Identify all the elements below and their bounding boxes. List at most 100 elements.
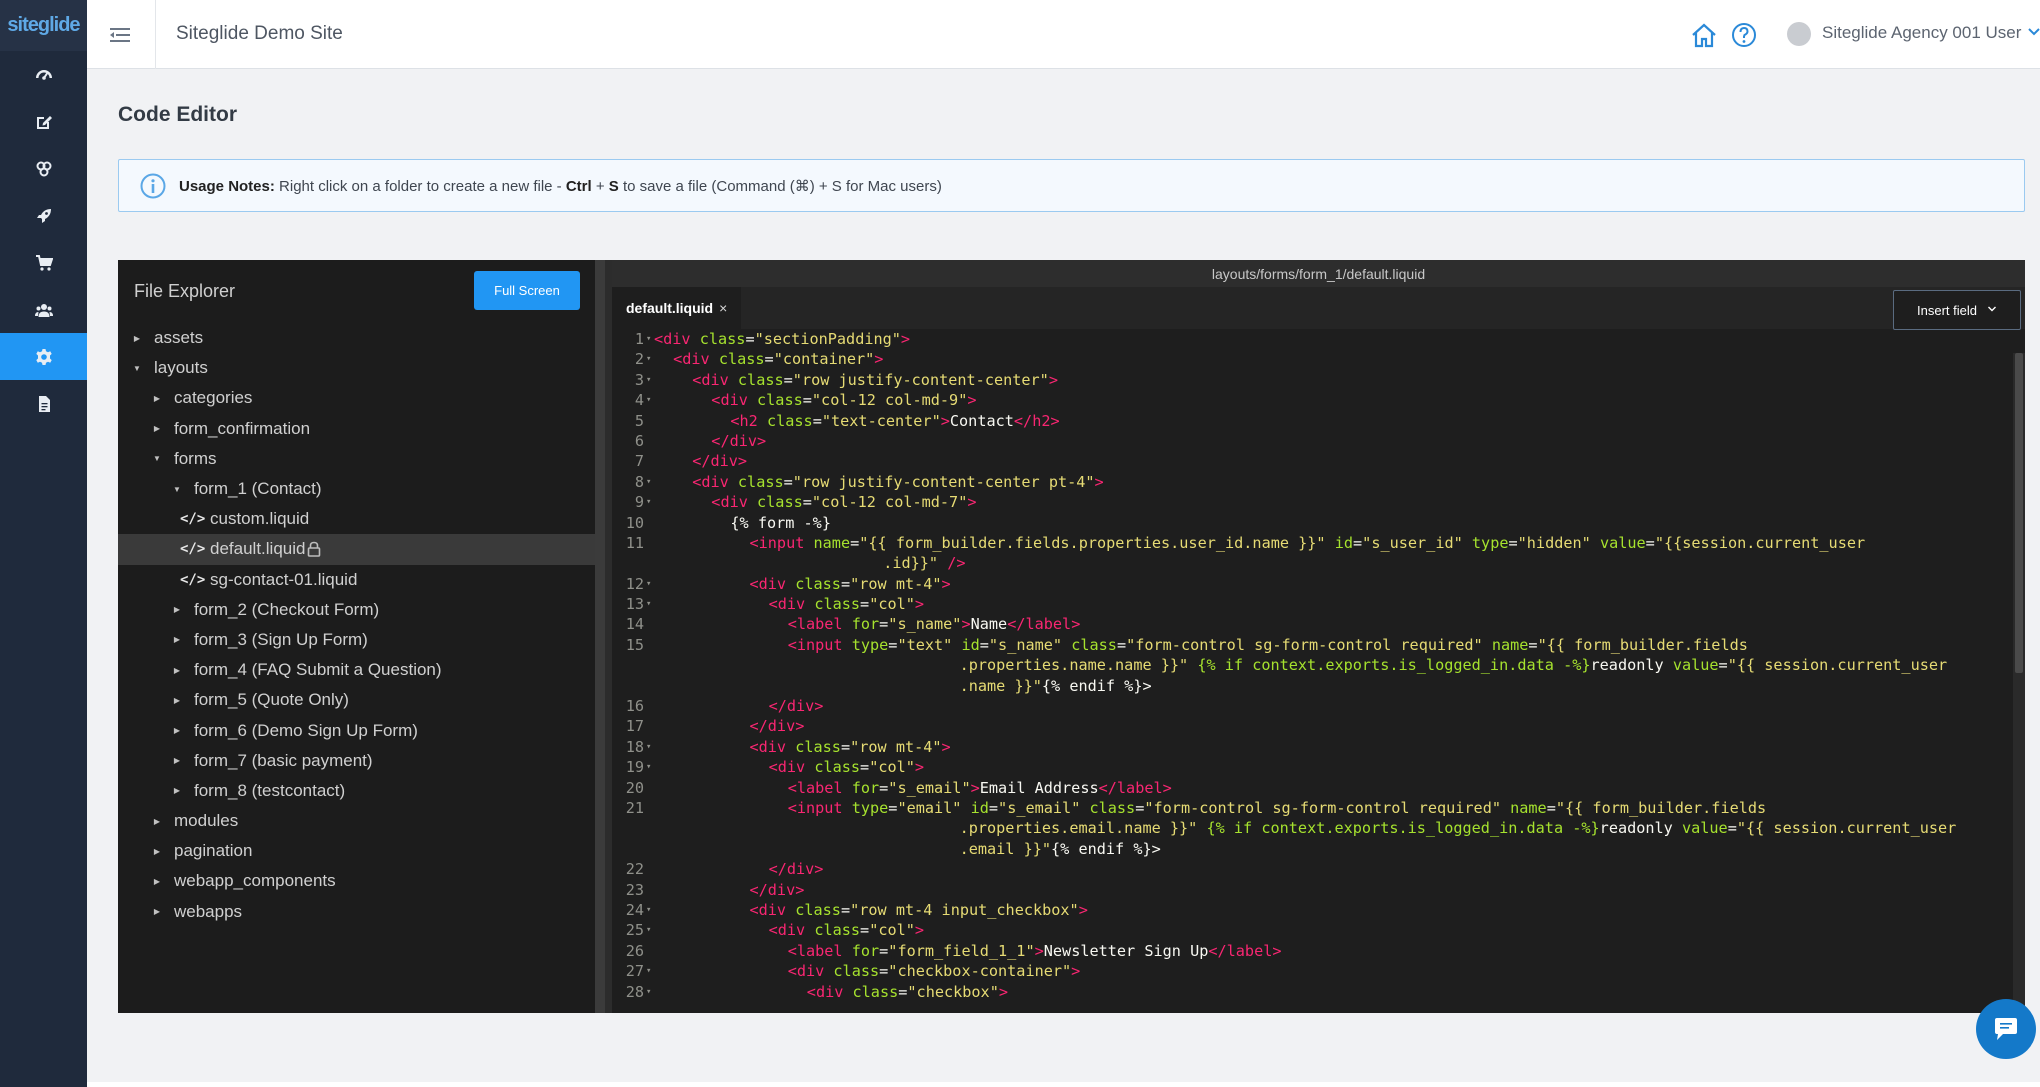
caret-right-icon[interactable]: ▶ — [152, 424, 162, 433]
code-line[interactable]: 27 ▾ <div class="checkbox-container"> — [612, 961, 2025, 981]
fold-toggle-icon[interactable]: ▾ — [646, 349, 654, 369]
tree-folder[interactable]: ▶ webapp_components — [118, 866, 595, 896]
code-line[interactable]: 15 <input type="text" id="s_name" class="… — [612, 635, 2025, 655]
caret-right-icon[interactable]: ▶ — [172, 605, 182, 614]
caret-right-icon[interactable]: ▶ — [152, 847, 162, 856]
sidebar-item-modules[interactable] — [0, 145, 87, 192]
code-line[interactable]: 10 {% form -%} — [612, 513, 2025, 533]
chat-button[interactable] — [1976, 999, 2036, 1059]
tree-folder[interactable]: ▼ forms — [118, 444, 595, 474]
code-line[interactable]: 22 </div> — [612, 859, 2025, 879]
fold-toggle-icon[interactable]: ▾ — [646, 329, 654, 349]
sidebar-item-document[interactable] — [0, 380, 87, 427]
code-line[interactable]: 13 ▾ <div class="col"> — [612, 594, 2025, 614]
code-line[interactable]: 23 </div> — [612, 880, 2025, 900]
help-icon[interactable] — [1729, 20, 1759, 50]
scrollbar-thumb[interactable] — [2015, 353, 2023, 673]
user-name[interactable]: Siteglide Agency 001 User — [1822, 23, 2021, 43]
sidebar-item-gear[interactable] — [0, 333, 87, 380]
fold-toggle-icon[interactable]: ▾ — [646, 737, 654, 757]
caret-right-icon[interactable]: ▶ — [172, 696, 182, 705]
caret-right-icon[interactable]: ▶ — [152, 877, 162, 886]
caret-right-icon[interactable]: ▶ — [152, 394, 162, 403]
caret-down-icon[interactable]: ▼ — [172, 485, 182, 494]
tree-file[interactable]: </> sg-contact-01.liquid — [118, 565, 595, 595]
tree-folder[interactable]: ▶ form_4 (FAQ Submit a Question) — [118, 655, 595, 685]
fold-toggle-icon[interactable]: ▾ — [646, 757, 654, 777]
sidebar-item-cart[interactable] — [0, 239, 87, 286]
tree-folder[interactable]: ▶ form_confirmation — [118, 414, 595, 444]
code-line[interactable]: 21 <input type="email" id="s_email" class… — [612, 798, 2025, 818]
code-line[interactable]: .name }}"{% endif %}> — [612, 676, 2025, 696]
sidebar-item-dashboard[interactable] — [0, 51, 87, 98]
avatar[interactable] — [1787, 22, 1811, 46]
code-line[interactable]: 7 </div> — [612, 451, 2025, 471]
sidebar-item-users[interactable] — [0, 286, 87, 333]
code-line[interactable]: 17 </div> — [612, 716, 2025, 736]
code-line[interactable]: 1 ▾ <div class="sectionPadding"> — [612, 329, 2025, 349]
tree-file[interactable]: </> default.liquid — [118, 534, 595, 565]
fold-toggle-icon[interactable]: ▾ — [646, 982, 654, 1002]
fold-toggle-icon[interactable]: ▾ — [646, 492, 654, 512]
fold-toggle-icon[interactable]: ▾ — [646, 472, 654, 492]
sidebar-item-edit[interactable] — [0, 98, 87, 145]
tree-folder[interactable]: ▶ form_2 (Checkout Form) — [118, 595, 595, 625]
tab-default-liquid[interactable]: default.liquid × — [612, 287, 742, 329]
caret-right-icon[interactable]: ▶ — [172, 756, 182, 765]
insert-field-button[interactable]: Insert field — [1893, 290, 2021, 330]
caret-right-icon[interactable]: ▶ — [172, 666, 182, 675]
code-area[interactable]: 1 ▾ <div class="sectionPadding"> 2 ▾ <div cla… — [612, 329, 2025, 1013]
fold-toggle-icon[interactable]: ▾ — [646, 900, 654, 920]
fold-toggle-icon[interactable]: ▾ — [646, 920, 654, 940]
tree-folder[interactable]: ▶ form_6 (Demo Sign Up Form) — [118, 715, 595, 745]
tree-folder[interactable]: ▶ categories — [118, 383, 595, 413]
code-line[interactable]: 16 </div> — [612, 696, 2025, 716]
code-line[interactable]: 2 ▾ <div class="container"> — [612, 349, 2025, 369]
fold-toggle-icon[interactable]: ▾ — [646, 574, 654, 594]
caret-right-icon[interactable]: ▶ — [152, 817, 162, 826]
tree-folder[interactable]: ▶ modules — [118, 806, 595, 836]
code-line[interactable]: 14 <label for="s_name">Name</label> — [612, 614, 2025, 634]
menu-toggle-icon[interactable] — [107, 22, 133, 48]
home-icon[interactable] — [1689, 20, 1719, 50]
caret-right-icon[interactable]: ▶ — [152, 907, 162, 916]
code-line[interactable]: .properties.name.name }}" {% if context.… — [612, 655, 2025, 675]
fold-toggle-icon[interactable]: ▾ — [646, 390, 654, 410]
caret-right-icon[interactable]: ▶ — [132, 334, 142, 343]
tree-file[interactable]: </> custom.liquid — [118, 504, 595, 534]
code-line[interactable]: 8 ▾ <div class="row justify-content-center… — [612, 472, 2025, 492]
panel-splitter[interactable] — [595, 260, 605, 1013]
code-line[interactable]: 11 <input name="{{ form_builder.fields.pr… — [612, 533, 2025, 553]
tree-folder[interactable]: ▶ form_7 (basic payment) — [118, 746, 595, 776]
caret-right-icon[interactable]: ▶ — [172, 786, 182, 795]
tree-folder[interactable]: ▼ form_1 (Contact) — [118, 474, 595, 504]
code-line[interactable]: .id}}" /> — [612, 553, 2025, 573]
caret-down-icon[interactable]: ▼ — [132, 364, 142, 373]
code-line[interactable]: 3 ▾ <div class="row justify-content-center… — [612, 370, 2025, 390]
chevron-down-icon[interactable] — [2027, 25, 2040, 39]
code-line[interactable]: 19 ▾ <div class="col"> — [612, 757, 2025, 777]
code-line[interactable]: 28 ▾ <div class="checkbox"> — [612, 982, 2025, 1002]
code-line[interactable]: 18 ▾ <div class="row mt-4"> — [612, 737, 2025, 757]
code-line[interactable]: 24 ▾ <div class="row mt-4 input_checkbox"> — [612, 900, 2025, 920]
close-icon[interactable]: × — [719, 300, 727, 316]
vertical-scrollbar[interactable] — [2013, 353, 2025, 1013]
code-line[interactable]: 4 ▾ <div class="col-12 col-md-9"> — [612, 390, 2025, 410]
fold-toggle-icon[interactable]: ▾ — [646, 961, 654, 981]
fold-toggle-icon[interactable]: ▾ — [646, 594, 654, 614]
full-screen-button[interactable]: Full Screen — [474, 271, 580, 310]
code-line[interactable]: .properties.email.name }}" {% if context… — [612, 818, 2025, 838]
code-line[interactable]: 25 ▾ <div class="col"> — [612, 920, 2025, 940]
siteglide-logo[interactable]: siteglide — [0, 0, 87, 51]
caret-right-icon[interactable]: ▶ — [172, 635, 182, 644]
fold-toggle-icon[interactable]: ▾ — [646, 370, 654, 390]
code-line[interactable]: 9 ▾ <div class="col-12 col-md-7"> — [612, 492, 2025, 512]
caret-right-icon[interactable]: ▶ — [172, 726, 182, 735]
code-line[interactable]: .email }}"{% endif %}> — [612, 839, 2025, 859]
tree-folder[interactable]: ▶ webapps — [118, 897, 595, 927]
tree-folder[interactable]: ▶ form_3 (Sign Up Form) — [118, 625, 595, 655]
code-line[interactable]: 5 <h2 class="text-center">Contact</h2> — [612, 411, 2025, 431]
tree-folder[interactable]: ▶ pagination — [118, 836, 595, 866]
tree-folder[interactable]: ▼ layouts — [118, 353, 595, 383]
caret-down-icon[interactable]: ▼ — [152, 454, 162, 463]
